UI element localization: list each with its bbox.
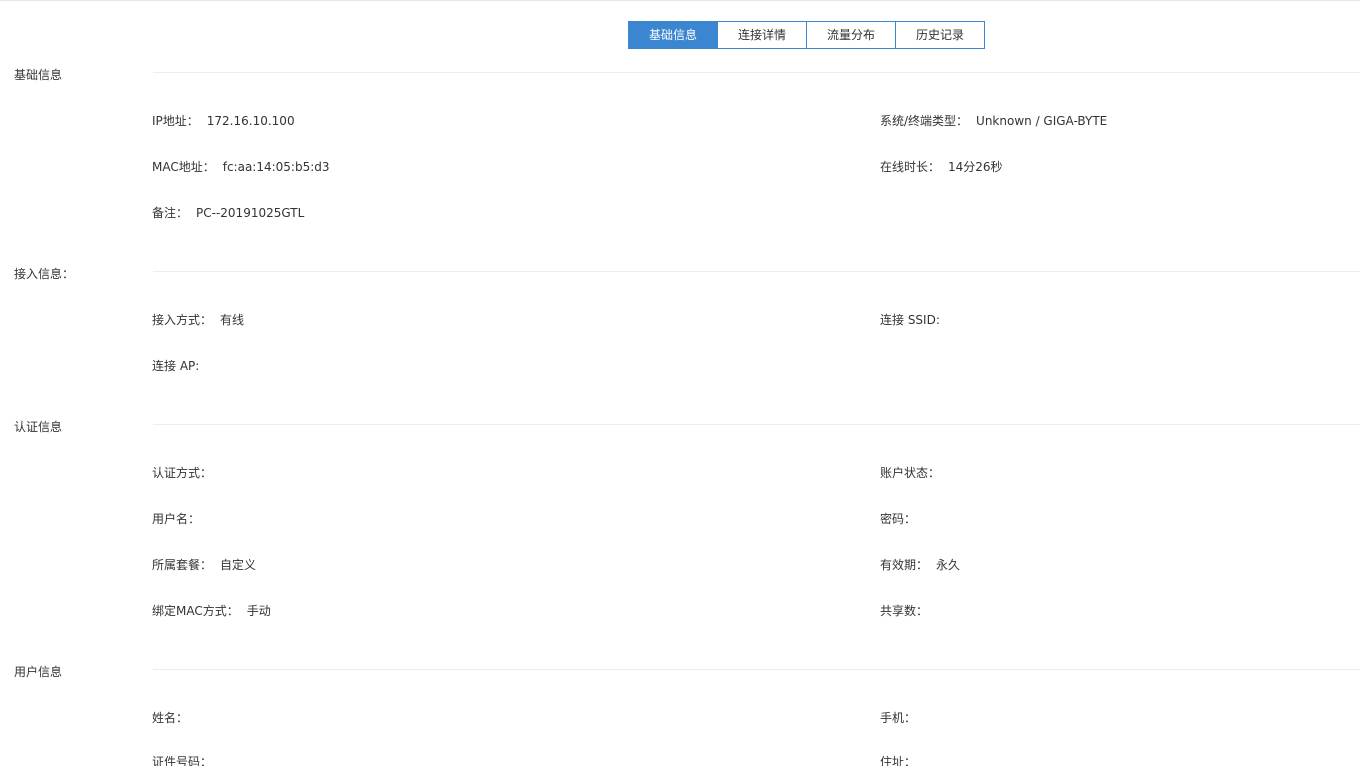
field-value: fc:aa:14:05:b5:d3 <box>222 160 330 174</box>
section-divider <box>153 669 1360 670</box>
detail-tabs: 基础信息 连接详情 流量分布 历史记录 <box>628 21 985 49</box>
field-ip: IP地址： 172.16.10.100 <box>152 112 295 129</box>
field-label: 手机： <box>880 711 917 725</box>
field-label: 认证方式： <box>152 466 213 480</box>
field-label: 证件号码： <box>152 755 213 766</box>
section-title-access: 接入信息： <box>14 267 75 281</box>
field-label: 连接 AP: <box>152 359 200 373</box>
field-label: 住址： <box>880 755 917 766</box>
section-title-basic: 基础信息 <box>14 68 63 82</box>
field-label: 绑定MAC方式： <box>152 604 239 618</box>
field-value: 172.16.10.100 <box>206 114 295 128</box>
field-id-number: 证件号码： <box>152 753 220 766</box>
field-value: 有线 <box>220 313 245 327</box>
field-label: 接入方式： <box>152 313 213 327</box>
field-username: 用户名： <box>152 510 208 527</box>
tab-basic-info[interactable]: 基础信息 <box>628 21 718 49</box>
field-mac: MAC地址： fc:aa:14:05:b5:d3 <box>152 158 330 175</box>
tab-history[interactable]: 历史记录 <box>896 21 985 49</box>
field-online-duration: 在线时长： 14分26秒 <box>880 158 1003 175</box>
section-divider <box>153 72 1360 73</box>
field-validity: 有效期： 永久 <box>880 556 960 573</box>
field-label: 姓名： <box>152 711 189 725</box>
field-label: 共享数： <box>880 604 929 618</box>
field-os-type: 系统/终端类型： Unknown / GIGA-BYTE <box>880 112 1107 129</box>
section-title-user: 用户信息 <box>14 665 63 679</box>
field-value: Unknown / GIGA-BYTE <box>976 114 1108 128</box>
field-label: 有效期： <box>880 558 929 572</box>
field-ssid: 连接 SSID: <box>880 311 948 328</box>
field-access-mode: 接入方式： 有线 <box>152 311 244 328</box>
field-label: 所属套餐： <box>152 558 213 572</box>
field-label: 密码： <box>880 512 917 526</box>
section-title-auth: 认证信息 <box>14 420 63 434</box>
field-auth-method: 认证方式： <box>152 464 220 481</box>
field-label: IP地址： <box>152 114 199 128</box>
tab-connection-details[interactable]: 连接详情 <box>718 21 807 49</box>
field-share-count: 共享数： <box>880 602 936 619</box>
field-password: 密码： <box>880 510 924 527</box>
field-label: MAC地址： <box>152 160 215 174</box>
field-label: 备注： <box>152 206 189 220</box>
field-value: PC--20191025GTL <box>196 206 305 220</box>
field-value: 永久 <box>936 558 961 572</box>
tab-traffic-distribution[interactable]: 流量分布 <box>807 21 896 49</box>
field-account-status: 账户状态： <box>880 464 948 481</box>
field-note: 备注： PC--20191025GTL <box>152 204 304 221</box>
field-label: 在线时长： <box>880 160 941 174</box>
field-label: 用户名： <box>152 512 201 526</box>
field-package: 所属套餐： 自定义 <box>152 556 256 573</box>
field-label: 账户状态： <box>880 466 941 480</box>
field-ap: 连接 AP: <box>152 357 207 374</box>
field-phone: 手机： <box>880 709 924 726</box>
field-address: 住址： <box>880 753 924 766</box>
device-detail-page: 基础信息 连接详情 流量分布 历史记录 基础信息 IP地址： 172.16.10.… <box>0 0 1360 766</box>
field-name: 姓名： <box>152 709 196 726</box>
field-value: 手动 <box>246 604 271 618</box>
section-divider <box>153 424 1360 425</box>
field-bind-mac-mode: 绑定MAC方式： 手动 <box>152 602 271 619</box>
field-label: 连接 SSID: <box>880 313 940 327</box>
section-divider <box>153 271 1360 272</box>
field-label: 系统/终端类型： <box>880 114 969 128</box>
field-value: 自定义 <box>220 558 257 572</box>
field-value: 14分26秒 <box>948 160 1003 174</box>
